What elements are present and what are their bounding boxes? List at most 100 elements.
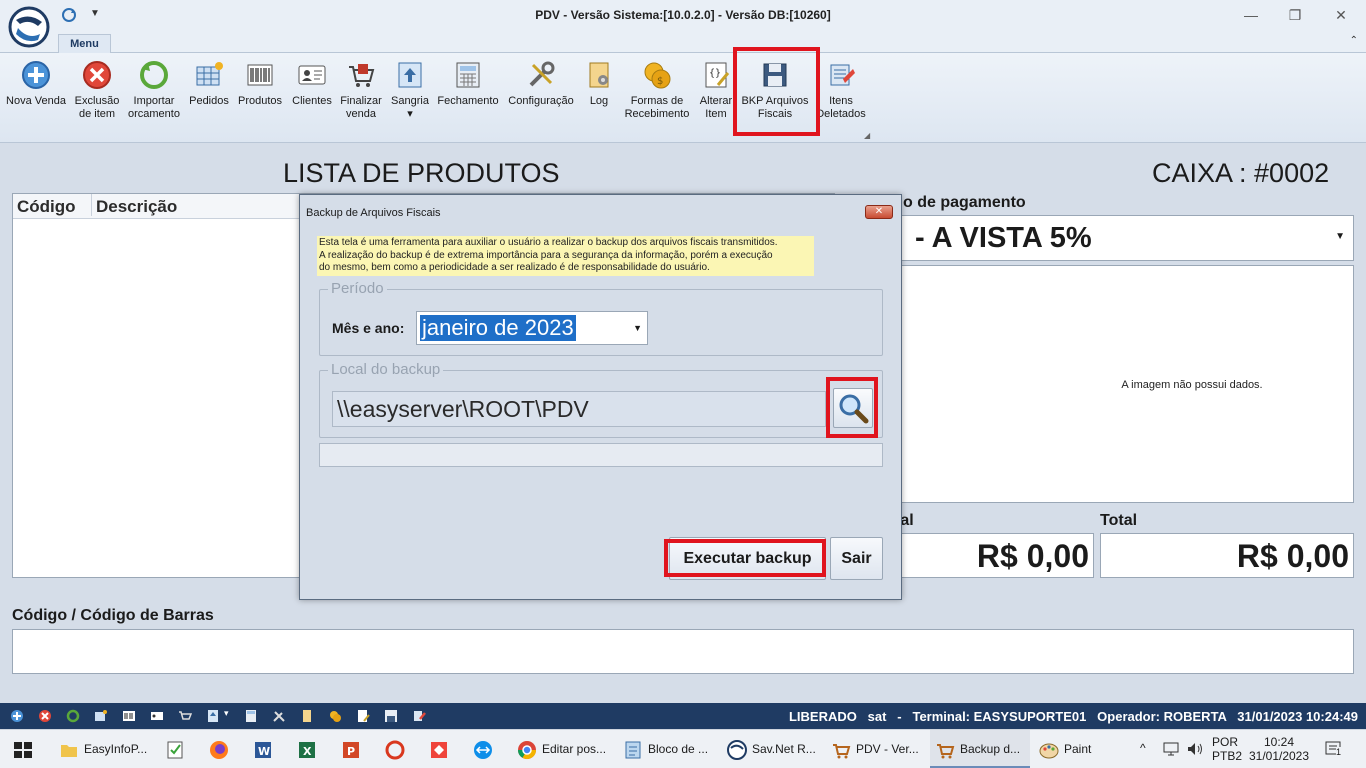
- svg-text:X: X: [303, 745, 312, 758]
- client-card-icon[interactable]: [150, 709, 164, 723]
- col-codigo[interactable]: Código: [17, 197, 76, 217]
- col-descricao[interactable]: Descrição: [91, 194, 177, 216]
- taskbar-item-pdv[interactable]: PDV - Ver...: [826, 730, 926, 768]
- taskbar-item-teamviewer[interactable]: [468, 730, 502, 768]
- highlight-browse-button: [826, 377, 878, 438]
- log-button[interactable]: Log: [582, 57, 616, 133]
- pedidos-button[interactable]: Pedidos: [186, 57, 232, 133]
- local-backup-group: Local do backup \\easyserver\ROOT\PDV: [319, 361, 883, 438]
- backup-path-field[interactable]: \\easyserver\ROOT\PDV: [332, 391, 826, 427]
- taskbar-item-chrome[interactable]: Editar pos...: [512, 730, 612, 768]
- itens-deletados-button[interactable]: Itens Deletados: [816, 57, 866, 133]
- sangria-button[interactable]: Sangria ▾: [388, 57, 432, 133]
- configuracao-button[interactable]: Configuração: [506, 57, 576, 133]
- app-logo-icon[interactable]: [8, 6, 50, 48]
- sangria-dropdown-icon[interactable]: ▾: [224, 708, 229, 719]
- taskbar-item-firefox[interactable]: [204, 730, 238, 768]
- taskbar-item-word[interactable]: W: [248, 730, 282, 768]
- plus-circle-icon: [22, 61, 50, 89]
- formas-recebimento-button[interactable]: $ Formas de Recebimento: [622, 57, 692, 133]
- local-backup-legend: Local do backup: [328, 361, 444, 378]
- mes-ano-select[interactable]: janeiro de 2023 ▼: [416, 311, 648, 345]
- fechamento-button[interactable]: Fechamento: [436, 57, 500, 133]
- calculator-icon[interactable]: [244, 709, 258, 723]
- plus-circle-icon[interactable]: [10, 709, 24, 723]
- taskbar-item-easyinfo[interactable]: EasyInfoP...: [54, 730, 154, 768]
- taskbar-item-ccleaner[interactable]: [380, 730, 414, 768]
- start-button[interactable]: [8, 730, 38, 768]
- clientes-button[interactable]: Clientes: [290, 57, 334, 133]
- barcode-input[interactable]: [12, 629, 1354, 674]
- image-empty-text: A imagem não possui dados.: [1121, 379, 1263, 391]
- taskbar-item-powerpoint[interactable]: P: [336, 730, 370, 768]
- deleted-items-icon[interactable]: [412, 709, 426, 723]
- tools-icon: [529, 61, 555, 87]
- coins-icon[interactable]: [328, 709, 342, 723]
- taskbar-item-excel[interactable]: X: [292, 730, 326, 768]
- barcode-icon: [247, 64, 273, 86]
- subtotal-box: R$ 0,00: [880, 533, 1094, 578]
- checklist-icon: [167, 741, 183, 759]
- dialog-close-button[interactable]: ✕: [865, 205, 893, 219]
- minimize-button[interactable]: —: [1236, 4, 1266, 26]
- produtos-button[interactable]: Produtos: [236, 57, 284, 133]
- language-indicator[interactable]: POR PTB2: [1212, 735, 1242, 763]
- nova-venda-button[interactable]: Nova Venda: [4, 57, 68, 133]
- taskbar-item-savnet[interactable]: Sav.Net R...: [722, 730, 822, 768]
- tab-menu[interactable]: Menu: [58, 34, 111, 54]
- svg-text:W: W: [258, 745, 270, 758]
- client-card-icon: [298, 65, 326, 85]
- import-icon[interactable]: [66, 709, 80, 723]
- ccleaner-icon: [385, 740, 405, 760]
- chevron-down-icon[interactable]: ▼: [633, 323, 642, 333]
- payment-method-select[interactable]: - A VISTA 5% ▼: [880, 215, 1354, 261]
- importar-orcamento-button[interactable]: Importar orcamento: [126, 57, 182, 133]
- volume-icon[interactable]: [1186, 740, 1204, 758]
- chevron-down-icon[interactable]: ▼: [1335, 231, 1345, 242]
- teamviewer-icon: [474, 741, 492, 759]
- taskbar-item-backup[interactable]: Backup d...: [930, 730, 1030, 768]
- lista-produtos-title: LISTA DE PRODUTOS: [283, 158, 560, 188]
- finalizar-venda-button[interactable]: Finalizar venda: [338, 57, 384, 133]
- title-bar: ▼ PDV - Versão Sistema:[10.0.2.0] - Vers…: [0, 0, 1366, 31]
- backup-progress-bar: [319, 443, 883, 467]
- svg-text:P: P: [347, 745, 355, 758]
- grid-order-icon: [196, 62, 223, 86]
- deleted-items-icon: [830, 64, 855, 86]
- delete-circle-icon[interactable]: [38, 709, 52, 723]
- caixa-title: CAIXA : #0002: [1152, 158, 1330, 188]
- edit-code-icon[interactable]: [356, 709, 370, 723]
- tray-chevron-up-icon[interactable]: ^: [1140, 741, 1146, 755]
- taskbar-item-bloco-notas[interactable]: Bloco de ...: [618, 730, 718, 768]
- anydesk-icon: [431, 742, 447, 758]
- ribbon-group-launcher-icon[interactable]: ◢: [864, 131, 870, 140]
- folder-icon: [61, 745, 77, 757]
- cart-icon[interactable]: [178, 709, 192, 723]
- close-button[interactable]: ✕: [1326, 4, 1356, 26]
- ribbon-collapse-icon[interactable]: ⌃: [1350, 35, 1358, 46]
- upload-icon[interactable]: [206, 709, 220, 723]
- edit-code-icon: {}: [705, 62, 730, 88]
- grid-order-icon[interactable]: [94, 709, 108, 723]
- periodo-group: Período Mês e ano: janeiro de 2023 ▼: [319, 280, 883, 356]
- cart-icon: [937, 744, 955, 759]
- clock[interactable]: 10:24 31/01/2023: [1248, 735, 1310, 763]
- exclusao-item-button[interactable]: Exclusão de item: [72, 57, 122, 133]
- floppy-disk-icon[interactable]: [384, 709, 398, 723]
- taskbar-item-anydesk[interactable]: [424, 730, 458, 768]
- taskbar-item-notepad-green[interactable]: [160, 730, 194, 768]
- barcode-icon[interactable]: [122, 709, 136, 723]
- window-title: PDV - Versão Sistema:[10.0.2.0] - Versão…: [535, 8, 831, 22]
- dialog-title-bar: Backup de Arquivos Fiscais ✕: [300, 195, 901, 225]
- ribbon-toolbar: Nova Venda Exclusão de item Importar orc…: [0, 53, 1366, 143]
- payment-label: o de pagamento: [903, 194, 1026, 211]
- log-icon[interactable]: [300, 709, 314, 723]
- notification-center-button[interactable]: 1: [1324, 739, 1344, 762]
- alterar-item-button[interactable]: {} Alterar Item: [696, 57, 736, 133]
- highlight-bkp-button: [733, 47, 820, 136]
- network-icon[interactable]: [1162, 740, 1180, 758]
- tools-icon[interactable]: [272, 709, 286, 723]
- restore-button[interactable]: ❐: [1280, 4, 1310, 26]
- sair-button[interactable]: Sair: [830, 537, 883, 580]
- taskbar-item-paint[interactable]: Paint: [1034, 730, 1134, 768]
